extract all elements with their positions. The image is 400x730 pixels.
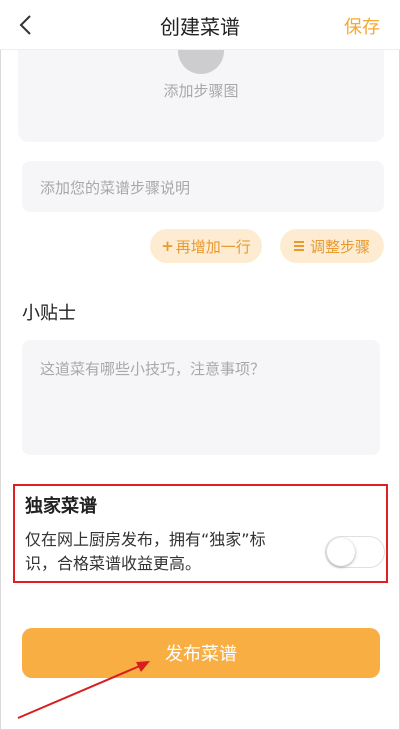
page-title: 创建菜谱 bbox=[160, 15, 240, 39]
tips-heading: 小贴士 bbox=[22, 303, 76, 324]
top-bar: 创建菜谱 保存 bbox=[0, 0, 400, 50]
add-step-image-label: 添加步骤图 bbox=[163, 82, 239, 100]
camera-icon bbox=[178, 50, 224, 74]
add-row-label: 再增加一行 bbox=[175, 237, 251, 256]
publish-recipe-button[interactable]: 发布菜谱 bbox=[22, 628, 380, 678]
toggle-knob bbox=[327, 538, 355, 566]
plus-icon: + bbox=[161, 237, 174, 255]
adjust-steps-label: 调整步骤 bbox=[309, 237, 370, 256]
list-icon bbox=[293, 239, 304, 253]
tips-input[interactable]: 这道菜有哪些小技巧，注意事项？ bbox=[22, 340, 380, 455]
step-image-upload[interactable]: 添加步骤图 bbox=[18, 50, 384, 142]
add-row-button[interactable]: + 再增加一行 bbox=[150, 229, 262, 263]
save-button[interactable]: 保存 bbox=[344, 13, 380, 39]
exclusive-recipe-title: 独家菜谱 bbox=[25, 496, 97, 517]
exclusive-recipe-toggle[interactable] bbox=[325, 536, 385, 568]
adjust-steps-button[interactable]: 调整步骤 bbox=[280, 229, 384, 263]
exclusive-recipe-description: 仅在网上厨房发布，拥有“独家”标识，合格菜谱收益更高。 bbox=[25, 530, 266, 573]
step-description-input[interactable]: 添加您的菜谱步骤说明 bbox=[22, 161, 384, 212]
exclusive-recipe-section: 独家菜谱 仅在网上厨房发布，拥有“独家”标识，合格菜谱收益更高。 bbox=[13, 484, 388, 583]
